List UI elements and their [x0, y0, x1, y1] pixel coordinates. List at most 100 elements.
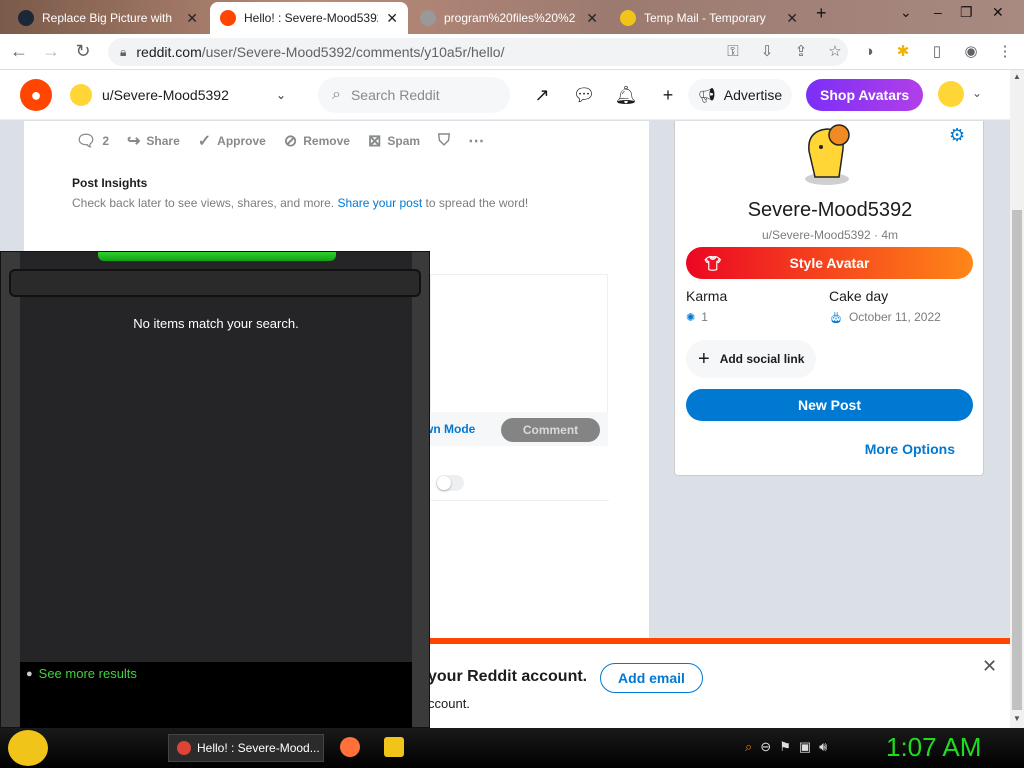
- window-close-icon[interactable]: ✕: [992, 4, 1004, 21]
- reload-icon[interactable]: ↻: [70, 39, 96, 65]
- reddit-logo-icon[interactable]: ●: [20, 79, 52, 111]
- share-your-post-link[interactable]: Share your post: [337, 196, 422, 210]
- see-more-results-link[interactable]: ● See more results: [26, 666, 137, 681]
- url-path: /user/Severe-Mood5392/comments/y10a5r/he…: [201, 44, 505, 60]
- more-actions-button[interactable]: ⋯: [468, 131, 484, 151]
- install-icon[interactable]: ⇩: [756, 40, 778, 62]
- browser-tab-active[interactable]: Hello! : Severe-Mood5392 ✕: [210, 2, 408, 34]
- profile-icon[interactable]: ◉: [960, 40, 982, 62]
- karma-icon: ✺: [686, 311, 696, 324]
- add-social-link-button[interactable]: + Add social link: [686, 340, 817, 378]
- restore-icon[interactable]: ❐: [960, 4, 973, 21]
- shirt-icon: 👕︎: [704, 254, 722, 271]
- chevron-down-icon[interactable]: ⌄: [972, 86, 982, 100]
- volume-icon[interactable]: 🔊︎: [819, 739, 827, 755]
- settings-gear-icon[interactable]: ⚙: [949, 125, 965, 146]
- key-icon[interactable]: ⚿: [722, 40, 744, 62]
- search-input[interactable]: ⌕ Search Reddit: [318, 77, 510, 113]
- comment-submit-button[interactable]: Comment: [501, 418, 600, 442]
- banner-subtitle: ccount.: [428, 696, 470, 711]
- post-insights-title: Post Insights: [72, 176, 148, 190]
- action-center-flag-icon[interactable]: ⚑: [779, 739, 791, 755]
- start-button-icon[interactable]: [8, 730, 48, 766]
- comments-button[interactable]: 🗨︎ 2: [76, 131, 109, 151]
- search-tray-icon[interactable]: ⌕: [745, 739, 752, 755]
- remove-button[interactable]: ⊘ Remove: [284, 131, 350, 151]
- browser-tab[interactable]: program%20files%20%2 ✕: [410, 2, 608, 34]
- close-icon[interactable]: ✕: [586, 10, 598, 27]
- cake-day-value: 🎂︎ October 11, 2022: [829, 310, 941, 324]
- more-options-link[interactable]: More Options: [865, 441, 955, 457]
- browser-tab[interactable]: Temp Mail - Temporary ✕: [610, 2, 808, 34]
- back-icon[interactable]: ←: [6, 39, 32, 65]
- scrollbar-thumb[interactable]: [1012, 210, 1022, 710]
- create-post-icon[interactable]: +: [656, 83, 680, 107]
- network-icon[interactable]: ▣: [799, 739, 811, 755]
- shop-avatars-label: Shop Avatars: [820, 87, 910, 103]
- taskbar-chrome-button[interactable]: Hello! : Severe-Mood...: [168, 734, 324, 762]
- spam-button[interactable]: ⊠ Spam: [368, 131, 420, 151]
- style-avatar-button[interactable]: 👕︎ Style Avatar: [686, 247, 973, 279]
- search-globe-icon: ●: [26, 667, 33, 680]
- sort-toggle[interactable]: [436, 475, 464, 491]
- overlay-green-handle: [98, 252, 336, 261]
- approve-button[interactable]: ✓ Approve: [198, 131, 266, 151]
- page-scrollbar[interactable]: ▲ ▼: [1010, 70, 1024, 728]
- close-icon[interactable]: ✕: [186, 10, 198, 27]
- karma-count: 1: [701, 310, 708, 324]
- post-insights-text: Check back later to see views, shares, a…: [72, 196, 528, 210]
- add-email-button[interactable]: Add email: [600, 663, 703, 693]
- share-page-icon[interactable]: ⇪: [790, 40, 812, 62]
- search-icon: ⌕: [332, 86, 341, 103]
- tab-search-icon[interactable]: ⌄: [900, 4, 912, 21]
- snoovatar-image: [805, 124, 850, 185]
- taskbar-clock[interactable]: 1:07 AM: [886, 732, 981, 763]
- overlay-search-field[interactable]: [9, 269, 421, 297]
- new-post-button[interactable]: New Post: [686, 389, 973, 421]
- globe-icon: [420, 10, 436, 26]
- steam-icon: [18, 10, 34, 26]
- minimize-icon[interactable]: –: [934, 4, 942, 20]
- folder-icon[interactable]: [384, 737, 404, 757]
- advertise-button[interactable]: 📢︎ Advertise: [688, 79, 793, 111]
- temp-mail-icon: [620, 10, 636, 26]
- add-social-link-label: Add social link: [719, 352, 805, 366]
- shop-avatars-button[interactable]: Shop Avatars: [806, 79, 924, 111]
- banner-title: your Reddit account.: [428, 668, 588, 685]
- user-menu-dropdown[interactable]: u/Severe-Mood5392 ⌄: [70, 80, 300, 110]
- extensions-icon[interactable]: ✱: [892, 40, 914, 62]
- ban-icon: ⊘: [283, 133, 298, 150]
- karma-value: ✺ 1: [686, 310, 708, 324]
- forward-icon[interactable]: →: [38, 39, 64, 65]
- reddit-icon: [220, 10, 236, 26]
- scroll-down-icon[interactable]: ▼: [1013, 714, 1021, 723]
- tray-app-icon[interactable]: ⊖: [760, 739, 771, 755]
- browser-menu-icon[interactable]: ⋮: [994, 40, 1016, 62]
- insights-text-part: to spread the word!: [422, 196, 529, 210]
- firefox-icon[interactable]: [340, 737, 360, 757]
- new-tab-icon[interactable]: +: [816, 3, 827, 24]
- close-icon[interactable]: ✕: [786, 10, 798, 27]
- chat-icon[interactable]: 💬︎: [572, 83, 596, 107]
- close-icon[interactable]: ✕: [386, 10, 398, 27]
- side-panel-icon[interactable]: ▯: [926, 40, 948, 62]
- markdown-mode-button[interactable]: wn Mode: [424, 422, 475, 436]
- share-button[interactable]: ↪ Share: [127, 131, 180, 151]
- bookmark-star-icon[interactable]: ☆: [824, 40, 846, 62]
- mod-shield-button[interactable]: ⛉: [438, 132, 450, 150]
- scroll-up-icon[interactable]: ▲: [1013, 72, 1021, 81]
- plus-icon: +: [698, 347, 710, 370]
- extension-flag-icon[interactable]: ◑: [858, 40, 880, 62]
- tab-title: Hello! : Severe-Mood5392: [244, 11, 379, 25]
- popular-icon[interactable]: ↗: [530, 83, 554, 107]
- more-dots-icon: ⋯: [468, 133, 485, 150]
- user-avatar[interactable]: [938, 81, 964, 107]
- close-icon[interactable]: ✕: [982, 656, 997, 677]
- tab-title: program%20files%20%2: [444, 11, 576, 25]
- see-more-results-label: See more results: [38, 666, 137, 681]
- browser-tab[interactable]: Replace Big Picture with ✕: [8, 2, 208, 34]
- search-overlay-panel: No items match your search. ● See more r…: [0, 251, 430, 729]
- spam-icon: ⊠: [367, 133, 382, 150]
- notification-bell-icon[interactable]: 🔔︎: [614, 83, 638, 107]
- comment-textarea[interactable]: [430, 274, 608, 412]
